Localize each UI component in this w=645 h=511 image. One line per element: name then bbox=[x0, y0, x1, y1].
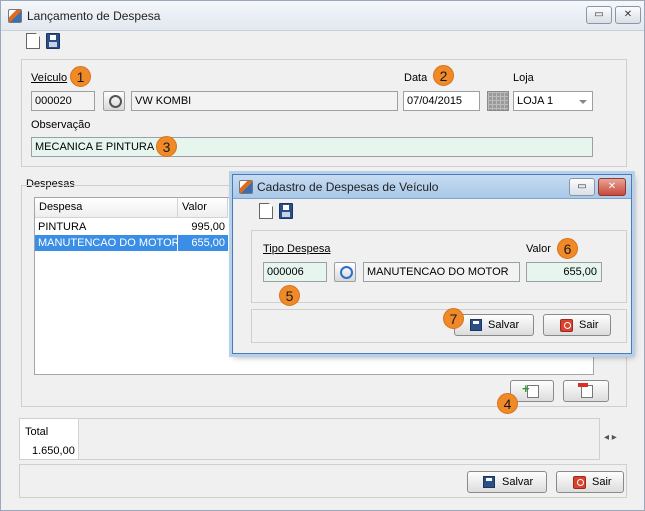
dialog-close-button[interactable]: ✕ bbox=[598, 178, 626, 196]
column-header-despesa[interactable]: Despesa bbox=[35, 198, 178, 218]
save-icon[interactable] bbox=[279, 203, 293, 219]
cell-valor: 655,00 bbox=[178, 235, 228, 251]
java-app-icon bbox=[239, 180, 253, 194]
cell-despesa: MANUTENCAO DO MOTOR bbox=[35, 235, 177, 251]
callout-badge-7: 7 bbox=[443, 308, 464, 329]
salvar-button[interactable]: Salvar bbox=[467, 471, 547, 493]
callout-badge-6: 6 bbox=[557, 238, 578, 259]
veiculo-code-field[interactable]: 000020 bbox=[31, 91, 95, 111]
callout-badge-3: 3 bbox=[156, 136, 177, 157]
restore-button[interactable]: ▭ bbox=[586, 6, 612, 24]
dialog-salvar-button[interactable]: Salvar bbox=[454, 314, 534, 336]
total-cell: Total 1.650,00 bbox=[20, 419, 79, 459]
total-panel: Total 1.650,00 bbox=[19, 418, 600, 460]
dialog-restore-button[interactable]: ▭ bbox=[569, 178, 595, 196]
tipo-despesa-name-field: MANUTENCAO DO MOTOR bbox=[363, 262, 520, 282]
vehicle-panel: Veículo 1 Data 2 Loja 000020 VW KOMBI 07… bbox=[21, 59, 627, 167]
data-field[interactable]: 07/04/2015 bbox=[403, 91, 480, 111]
veiculo-name-field: VW KOMBI bbox=[131, 91, 398, 111]
java-app-icon bbox=[8, 9, 22, 23]
save-icon bbox=[483, 476, 495, 488]
dialog-title-bar: Cadastro de Despesas de Veículo ▭ ✕ bbox=[233, 175, 631, 199]
observacao-field[interactable]: MECANICA E PINTURA bbox=[31, 137, 593, 157]
observacao-label: Observação bbox=[31, 119, 91, 131]
tipo-despesa-search-icon[interactable] bbox=[334, 262, 356, 282]
sair-button[interactable]: Sair bbox=[556, 471, 624, 493]
add-row-icon bbox=[522, 379, 539, 399]
total-label: Total bbox=[25, 426, 49, 438]
window-title: Lançamento de Despesa bbox=[27, 9, 161, 23]
data-label: Data bbox=[404, 72, 428, 84]
column-header-valor[interactable]: Valor bbox=[178, 198, 228, 218]
save-icon bbox=[470, 319, 482, 331]
delete-row-icon bbox=[578, 383, 593, 398]
salvar-label: Salvar bbox=[502, 476, 534, 488]
close-button[interactable]: ✕ bbox=[615, 6, 641, 24]
calendar-icon[interactable] bbox=[487, 91, 509, 111]
dialog-title: Cadastro de Despesas de Veículo bbox=[257, 180, 439, 194]
loja-selected-value: LOJA 1 bbox=[517, 95, 554, 107]
delete-despesa-button[interactable] bbox=[563, 380, 609, 402]
valor-field[interactable]: 655,00 bbox=[526, 262, 602, 282]
tipo-despesa-panel: Tipo Despesa Valor 6 000006 MANUTENCAO D… bbox=[251, 230, 627, 306]
cell-valor: 995,00 bbox=[191, 221, 225, 233]
title-bar: Lançamento de Despesa ▭ ✕ bbox=[1, 1, 644, 31]
veiculo-label: Veículo bbox=[31, 72, 68, 84]
loja-select[interactable]: LOJA 1 bbox=[513, 91, 593, 111]
total-value: 1.650,00 bbox=[32, 445, 75, 457]
tipo-despesa-code-field[interactable]: 000006 bbox=[263, 262, 327, 282]
exit-icon bbox=[560, 319, 573, 332]
loja-label: Loja bbox=[513, 72, 534, 84]
dialog-salvar-label: Salvar bbox=[488, 319, 520, 331]
callout-badge-4: 4 bbox=[497, 393, 518, 414]
new-document-icon[interactable] bbox=[259, 203, 273, 219]
dialog-sair-button[interactable]: Sair bbox=[543, 314, 611, 336]
new-document-icon[interactable] bbox=[26, 33, 40, 49]
callout-badge-2: 2 bbox=[433, 65, 454, 86]
cell-despesa: PINTURA bbox=[38, 221, 87, 233]
tipo-despesa-label: Tipo Despesa bbox=[263, 243, 331, 255]
callout-badge-1: 1 bbox=[70, 66, 91, 87]
dialog-sair-label: Sair bbox=[579, 319, 599, 331]
cadastro-despesa-dialog: Cadastro de Despesas de Veículo ▭ ✕ Tipo… bbox=[232, 174, 632, 354]
exit-icon bbox=[573, 476, 586, 489]
callout-badge-5: 5 bbox=[279, 285, 300, 306]
veiculo-search-icon[interactable] bbox=[103, 91, 125, 111]
chevron-down-icon bbox=[579, 100, 587, 104]
save-icon[interactable] bbox=[46, 33, 60, 49]
sair-label: Sair bbox=[592, 476, 612, 488]
valor-label: Valor bbox=[526, 243, 551, 255]
scroll-arrows[interactable]: ◂ ▸ bbox=[604, 432, 617, 443]
